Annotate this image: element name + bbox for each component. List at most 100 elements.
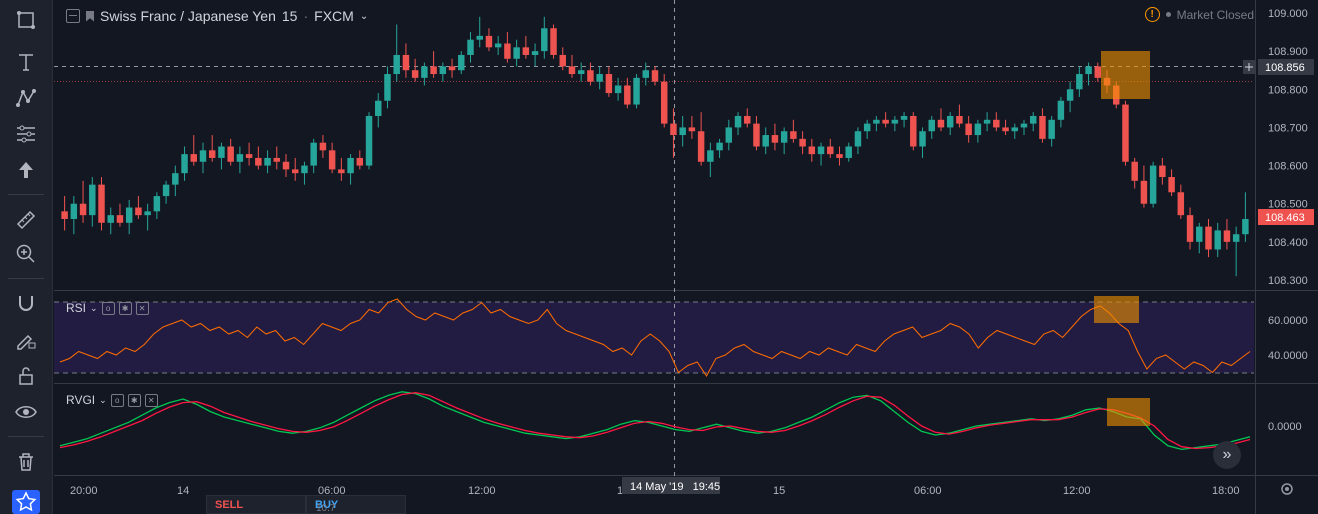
candle [707,150,714,162]
candle [255,157,262,166]
candle [762,135,769,147]
candle [780,131,788,143]
candle [319,142,327,151]
crosshair-time-label: 14 May '19 19:45 [630,481,720,493]
candle [135,207,142,216]
trash-icon[interactable] [10,448,42,476]
candle [1002,127,1009,132]
candle [1066,89,1074,101]
highlight-box-rsi [1094,296,1139,323]
arrow-up-icon[interactable] [10,156,42,184]
candle [467,39,474,55]
symbol-name[interactable]: Swiss Franc / Japanese Yen [100,8,276,24]
candle [236,154,244,162]
candle [356,157,364,166]
text-icon[interactable] [10,48,42,76]
rsi-axis-label-40: 40.0000 [1268,350,1308,362]
chevron-down-icon[interactable]: ⌄ [360,11,368,22]
exchange-label[interactable]: FXCM [314,8,354,24]
candle [725,127,733,143]
candle [882,119,889,124]
candle [891,119,899,124]
candle [79,203,87,216]
rsi-axis-label-60: 60.0000 [1268,315,1308,327]
settings-icon[interactable]: ✱ [127,393,141,407]
candle [292,169,299,174]
measure-lines-icon[interactable] [10,120,42,148]
time-axis-label: 15 [773,485,785,497]
price-axis-label: 108.400 [1268,237,1308,249]
price-axis-label: 108.300 [1268,275,1308,287]
rsi-indicator-legend[interactable]: RSI ⌄ o ✱ ✕ [66,301,149,315]
candle [89,184,96,216]
eye-icon[interactable] [10,398,42,426]
candle [1011,127,1018,132]
candle [587,70,594,82]
candle [310,142,317,166]
candle [596,74,603,82]
candle [771,135,779,143]
candle [605,74,613,94]
candle [172,173,179,185]
magnet-icon[interactable] [10,290,42,318]
candle [504,43,511,59]
candle [338,169,345,174]
candle [716,142,723,151]
candle [70,203,78,219]
scroll-to-realtime-button[interactable]: » [1213,441,1241,469]
candle [1232,234,1240,242]
candle [485,35,493,48]
rvgi-indicator-legend[interactable]: RVGI ⌄ o ✱ ✕ [66,393,158,407]
settings-icon[interactable]: ✱ [118,301,132,315]
candle [61,211,68,219]
candle [1214,230,1221,250]
sell-button[interactable]: SELL [206,495,306,514]
candle [411,70,419,78]
rvgi-label[interactable]: RVGI [66,393,95,407]
collapse-icon[interactable] [66,9,80,23]
candle [836,154,843,158]
candle [1131,161,1138,181]
time-axis-label: 12:00 [468,485,496,497]
close-icon[interactable]: ✕ [144,393,158,407]
chevron-down-icon[interactable]: ⌄ [90,303,98,314]
eye-icon[interactable]: o [101,301,115,315]
candle [162,184,170,197]
candle [1076,74,1083,90]
gear-icon[interactable] [1281,483,1293,495]
chevron-down-icon[interactable]: ⌄ [99,395,107,406]
highlight-box-rvgi [1107,398,1150,426]
lock-pencil-icon[interactable] [10,326,42,354]
trade-panel: SELL BUY 10.7 [206,495,406,514]
star-icon[interactable] [12,490,40,514]
unlock-icon[interactable] [10,362,42,390]
pattern-icon[interactable] [10,84,42,112]
close-icon[interactable]: ✕ [135,301,149,315]
candle [660,81,668,124]
candle [1223,230,1231,242]
warning-icon: ! [1144,7,1160,22]
candle [1205,226,1212,250]
rsi-label[interactable]: RSI [66,301,86,315]
interval-label[interactable]: 15 [282,8,298,24]
zoom-icon[interactable] [10,240,42,268]
candle [1177,192,1185,216]
candle [808,146,816,155]
market-status-label: Market Closed [1176,7,1254,22]
candle [458,54,465,71]
candle [439,66,447,75]
candle [208,150,216,158]
eye-icon[interactable]: o [110,393,124,407]
candle [753,123,760,147]
candle [651,70,659,82]
candle [301,165,308,174]
ruler-icon[interactable] [10,206,42,234]
candle [190,154,197,162]
chart-area[interactable]: 109.000 108.900 108.800 108.700 108.600 108.5… [54,0,1318,514]
candle [421,66,428,78]
price-axis-label: 109.000 [1268,8,1308,20]
candle [98,184,105,223]
rectangle-icon[interactable] [10,6,42,34]
candle [1048,119,1055,139]
candle [670,123,677,136]
